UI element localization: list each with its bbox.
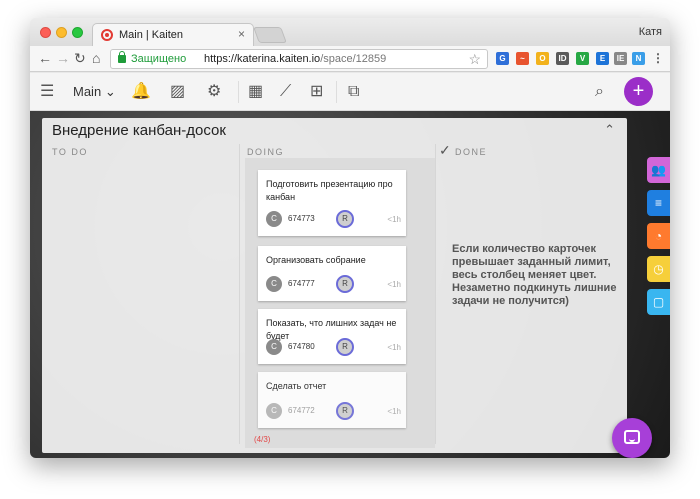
lock-icon <box>118 51 126 63</box>
settings-gear-icon[interactable]: ⚙ <box>207 82 221 102</box>
url-path: /space/12859 <box>320 53 387 65</box>
column-divider <box>239 144 240 444</box>
member-avatar[interactable]: R <box>336 210 354 228</box>
kaiten-app: ☰ Main ⌄ 🔔 ▨ ⚙ ▦ ⟋ ⊞ ⧉ ⌕ + Внедрение кан… <box>30 73 670 458</box>
toolbar-divider <box>238 81 239 103</box>
address-bar[interactable]: Защищено https://katerina.kaiten.io/spac… <box>110 49 488 69</box>
title-bar: Main | Kaiten × Катя <box>30 18 670 46</box>
tab-title: Main | Kaiten <box>119 29 184 41</box>
chevron-down-icon: ⌄ <box>104 84 116 99</box>
card-id: 674773 <box>288 214 315 223</box>
add-card-button[interactable]: + <box>624 77 653 106</box>
collapse-board-icon[interactable]: ⌃ <box>604 122 615 138</box>
browser-toolbar: ← → ↻ ⌂ Защищено https://katerina.kaiten… <box>30 46 670 72</box>
bookmark-star-icon[interactable]: ☆ <box>468 51 481 68</box>
reload-icon[interactable]: ↻ <box>74 50 86 66</box>
card-meta: C 674772 R <1h <box>266 402 401 420</box>
browser-menu-icon[interactable]: ⋮ <box>652 52 664 65</box>
card-title: Подготовить презентацию про канбан <box>266 179 393 202</box>
card-time: <1h <box>387 343 401 352</box>
wip-limit-count: (4/3) <box>254 435 271 444</box>
translate-extension-icon[interactable]: G <box>496 52 509 65</box>
column-header-doing[interactable]: DOING <box>247 147 284 157</box>
column-divider <box>435 144 436 444</box>
members-icon[interactable]: 👥 <box>647 157 670 183</box>
member-avatar[interactable]: R <box>336 402 354 420</box>
table-view-icon[interactable]: ⊞ <box>310 82 323 102</box>
browser-tab[interactable]: Main | Kaiten × <box>92 23 254 46</box>
timer-icon[interactable]: ◔ <box>647 223 670 249</box>
card-meta: C 674777 R <1h <box>266 275 401 293</box>
close-tab-icon[interactable]: × <box>238 27 245 41</box>
home-icon[interactable]: ⌂ <box>92 50 100 66</box>
card-id: 674777 <box>288 279 315 288</box>
card-time: <1h <box>387 215 401 224</box>
shield-extension-icon[interactable]: V <box>576 52 589 65</box>
kaiten-favicon-icon <box>101 29 113 41</box>
chat-support-button[interactable] <box>612 418 652 458</box>
card-id: 674772 <box>288 406 315 415</box>
card-time: <1h <box>387 280 401 289</box>
avatar[interactable]: C <box>266 403 282 419</box>
card[interactable]: Подготовить презентацию про канбан C 674… <box>258 170 406 236</box>
card[interactable]: Организовать собрание C 674777 R <1h <box>258 246 406 301</box>
chart-view-icon[interactable]: ⟋ <box>280 82 291 102</box>
minimize-window-button[interactable] <box>56 27 67 38</box>
new-extension-icon[interactable]: N <box>632 52 645 65</box>
space-selector[interactable]: Main ⌄ <box>73 84 116 100</box>
column-header-todo[interactable]: TO DO <box>52 147 88 157</box>
avatar[interactable]: C <box>266 211 282 227</box>
browser-window: Main | Kaiten × Катя ← → ↻ ⌂ Защищено ht… <box>30 18 670 458</box>
maximize-window-button[interactable] <box>72 27 83 38</box>
annotation-note: Если количество карточек превышает задан… <box>452 243 617 307</box>
filter-icon[interactable]: ≡ <box>647 190 670 216</box>
new-tab-button[interactable] <box>253 27 287 43</box>
kanban-board: Внедрение канбан-досок ⌃ TO DO DOING ✓ D… <box>42 118 627 453</box>
secure-label: Защищено <box>131 53 187 65</box>
url-host: https://katerina.kaiten.io <box>204 53 321 65</box>
card-title: Организовать собрание <box>266 255 366 265</box>
back-icon[interactable]: ← <box>38 50 52 66</box>
card-meta: C 674780 R <1h <box>266 338 401 356</box>
avatar[interactable]: C <box>266 276 282 292</box>
member-avatar[interactable]: R <box>336 338 354 356</box>
ie-extension-icon[interactable]: IE <box>614 52 627 65</box>
board-view-icon[interactable]: ▦ <box>248 82 263 102</box>
badge-extension-icon[interactable]: E <box>596 52 609 65</box>
board-title: Внедрение канбан-досок <box>52 122 226 139</box>
id-extension-icon[interactable]: ID <box>556 52 569 65</box>
hamburger-menu-icon[interactable]: ☰ <box>40 82 54 102</box>
browser-user-name[interactable]: Катя <box>639 26 662 38</box>
checkmark-icon: ✓ <box>439 142 451 158</box>
search-icon[interactable]: ⌕ <box>595 82 604 102</box>
space-name: Main <box>73 84 102 99</box>
card[interactable]: Сделать отчет C 674772 R <1h <box>258 372 406 428</box>
url-text: https://katerina.kaiten.io/space/12859 <box>204 53 386 65</box>
card-title: Сделать отчет <box>266 381 327 391</box>
avatar[interactable]: C <box>266 339 282 355</box>
archive-icon[interactable]: ◷ <box>647 256 670 282</box>
card[interactable]: Показать, что лишних задач не будет C 67… <box>258 309 406 364</box>
card-time: <1h <box>387 407 401 416</box>
app-header: ☰ Main ⌄ 🔔 ▨ ⚙ ▦ ⟋ ⊞ ⧉ ⌕ + <box>30 73 670 111</box>
member-avatar[interactable]: R <box>336 275 354 293</box>
add-board-icon[interactable]: ⧉ <box>348 82 359 102</box>
card-meta: C 674773 R <1h <box>266 210 401 228</box>
chart-extension-icon[interactable]: ~ <box>516 52 529 65</box>
notifications-bell-icon[interactable]: 🔔 <box>131 82 151 102</box>
forward-icon[interactable]: → <box>56 50 70 66</box>
office-extension-icon[interactable]: O <box>536 52 549 65</box>
background-image-icon[interactable]: ▨ <box>170 82 185 102</box>
toolbar-divider <box>336 81 337 103</box>
close-window-button[interactable] <box>40 27 51 38</box>
window-icon[interactable]: ▢ <box>647 289 670 315</box>
card-id: 674780 <box>288 342 315 351</box>
chat-icon <box>624 430 640 444</box>
column-header-done[interactable]: DONE <box>455 147 487 157</box>
